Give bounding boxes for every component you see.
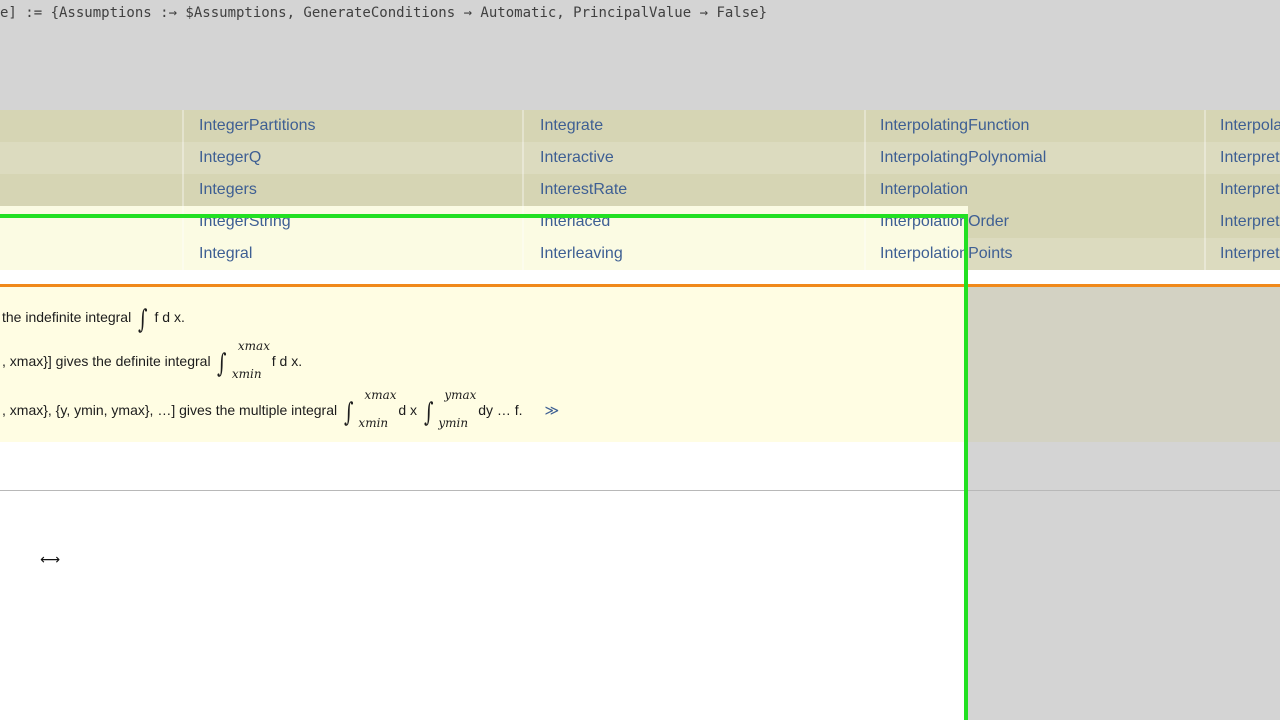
name-link[interactable]: Integrate: [540, 117, 603, 135]
name-link[interactable]: Interpret: [1220, 149, 1280, 167]
usage-text: the indefinite integral: [2, 309, 132, 325]
horizontal-resize-icon: ⟷: [40, 552, 61, 568]
integral-sign-icon: ∫: [217, 349, 227, 379]
lower-limit: ymin: [438, 416, 469, 431]
names-row-2: [0, 142, 1280, 174]
name-link[interactable]: Integers: [199, 181, 257, 199]
name-link[interactable]: Interpolation: [880, 181, 968, 199]
upper-limit: xmax: [364, 388, 397, 403]
name-link[interactable]: Interpret: [1220, 181, 1280, 199]
usage-line-multiple: , xmax}, {y, ymin, ymax}, …] gives the m…: [2, 388, 559, 430]
right-gray-area: [968, 442, 1280, 720]
name-link[interactable]: InterpolatingFunction: [880, 117, 1029, 135]
usage-box-right-area: [968, 287, 1280, 442]
name-link[interactable]: IntegerPartitions: [199, 117, 316, 135]
name-link[interactable]: Interpret: [1220, 245, 1280, 263]
integral-limits: xmax xmin: [232, 339, 270, 381]
selection-outline-top: [0, 214, 968, 218]
usage-expr: f d x.: [271, 353, 303, 369]
name-link[interactable]: Interpola: [1220, 117, 1280, 135]
name-link[interactable]: InterpolationPoints: [880, 245, 1013, 263]
integral-limits: xmax xmin: [358, 388, 396, 430]
cell-separator: [0, 490, 1280, 491]
name-link[interactable]: IntegerQ: [199, 149, 261, 167]
more-info-link[interactable]: ≫: [544, 402, 559, 418]
selection-outline-right: [964, 214, 968, 720]
usage-text: , xmax}] gives the definite integral: [2, 353, 211, 369]
integral-sign-icon: ∫: [138, 305, 148, 335]
upper-limit: ymax: [444, 388, 477, 403]
lower-limit: xmin: [231, 367, 262, 382]
name-link[interactable]: Interleaving: [540, 245, 623, 263]
usage-message-box: the indefinite integral ∫ f d x. , xmax}…: [0, 287, 968, 442]
function-names-grid: IntegerPartitions IntegerQ Integers Inte…: [0, 110, 1280, 270]
upper-limit: xmax: [237, 339, 270, 354]
integral-limits: ymax ymin: [438, 388, 476, 430]
name-link[interactable]: Integral: [199, 245, 252, 263]
names-row-4: [0, 206, 1280, 238]
options-definition-line: e] := {Assumptions :→ $Assumptions, Gene…: [0, 5, 768, 21]
name-link[interactable]: Interactive: [540, 149, 614, 167]
names-row-1: [0, 110, 1280, 142]
name-link[interactable]: InterestRate: [540, 181, 627, 199]
names-row-5: [0, 238, 1280, 270]
names-row-3: [0, 174, 1280, 206]
integral-sign-icon: ∫: [344, 398, 354, 428]
usage-line-definite: , xmax}] gives the definite integral ∫ x…: [2, 339, 303, 381]
usage-text: , xmax}, {y, ymin, ymax}, …] gives the m…: [2, 402, 338, 418]
usage-expr: d x: [398, 402, 417, 418]
input-cell-area: e] := {Assumptions :→ $Assumptions, Gene…: [0, 0, 1280, 110]
lower-limit: xmin: [358, 416, 389, 431]
usage-expr: f d x.: [154, 309, 185, 325]
name-link[interactable]: InterpolatingPolynomial: [880, 149, 1046, 167]
usage-line-indefinite: the indefinite integral ∫ f d x.: [2, 305, 185, 335]
integral-sign-icon: ∫: [423, 398, 434, 428]
usage-expr: dy … f.: [478, 402, 523, 418]
name-link[interactable]: Interpret: [1220, 213, 1280, 231]
